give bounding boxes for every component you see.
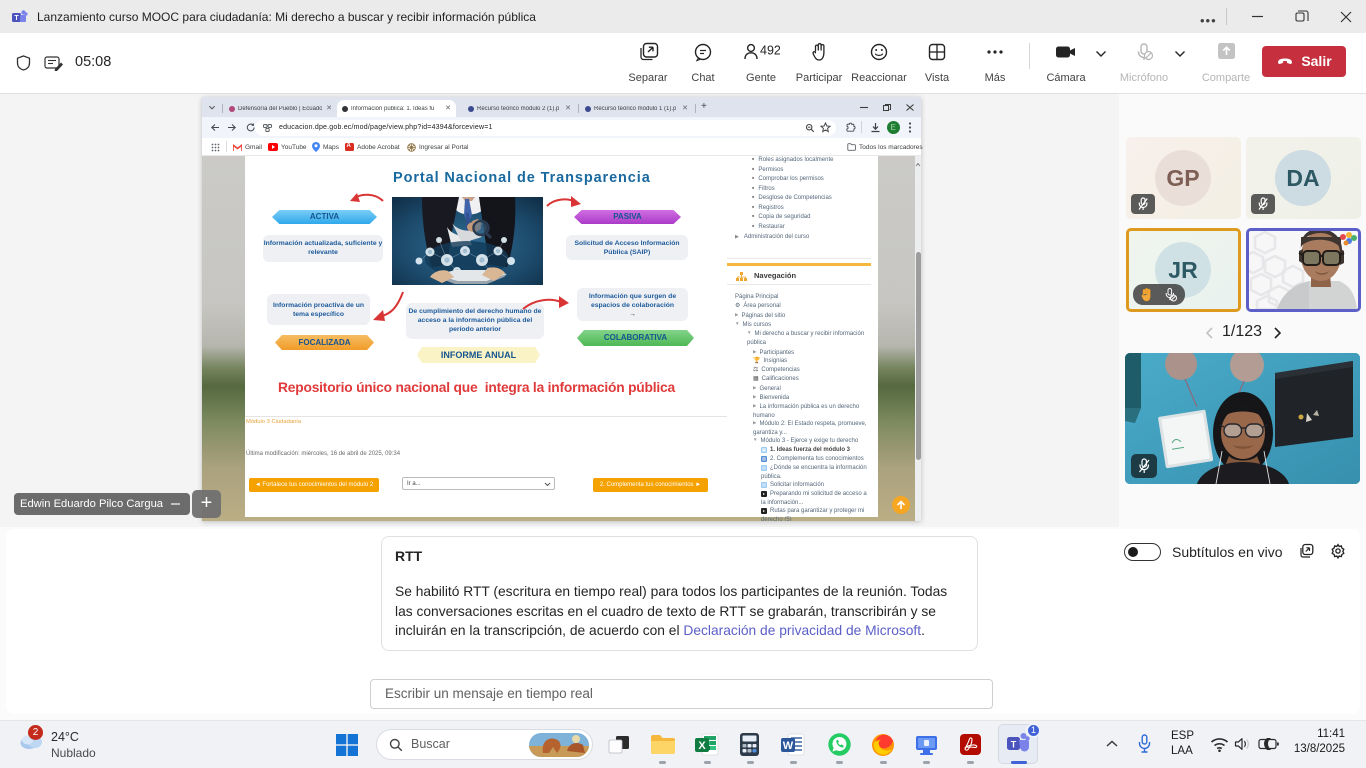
- svg-text:X: X: [698, 740, 706, 752]
- svg-text:T: T: [14, 15, 19, 22]
- svg-text:T: T: [1011, 740, 1017, 750]
- svg-text:W: W: [783, 740, 794, 752]
- svg-text:492: 492: [760, 44, 780, 58]
